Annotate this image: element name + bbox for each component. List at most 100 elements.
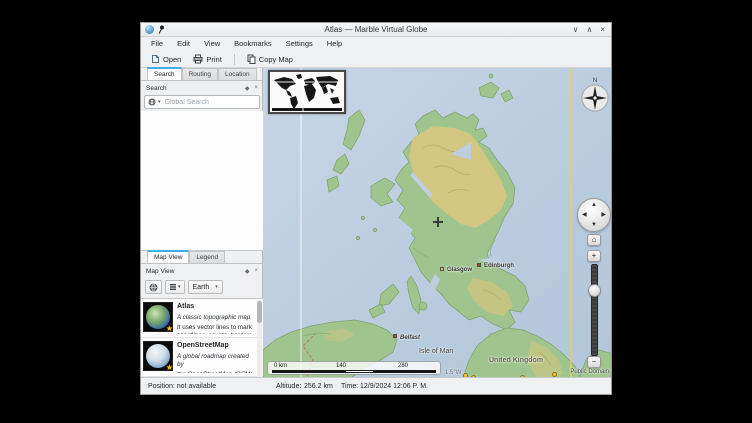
compass-rose[interactable]: N <box>580 78 610 112</box>
float-dock-icon[interactable]: ◆ <box>245 268 250 275</box>
center-crosshair-icon <box>433 217 443 227</box>
search-input[interactable] <box>163 98 256 107</box>
search-tabbar: Search Routing Location <box>141 68 263 81</box>
scale-zero-label: 0 km <box>274 363 287 370</box>
menu-edit[interactable]: Edit <box>170 37 197 51</box>
minimize-button[interactable]: ∨ <box>573 23 579 37</box>
zoom-slider-handle[interactable] <box>588 284 601 297</box>
mapview-controls: ▾ Earth ▾ <box>141 277 263 297</box>
united-kingdom-label: United Kingdom <box>489 357 543 364</box>
belfast-marker[interactable] <box>393 334 397 338</box>
belfast-label: Belfast <box>400 335 420 341</box>
list-view-button[interactable]: ▾ <box>165 280 185 294</box>
title-bar[interactable]: Atlas — Marble Virtual Globe ∨ ∧ × <box>141 23 611 37</box>
tab-location[interactable]: Location <box>218 68 257 80</box>
map-canvas[interactable]: N ▲ ▼ ◀ ▶ ⌂ + <box>263 68 611 377</box>
tab-routing[interactable]: Routing <box>182 68 218 80</box>
osm-thumbnail: ★ <box>143 341 173 371</box>
pan-left-icon[interactable]: ◀ <box>582 212 587 218</box>
copy-map-label: Copy Map <box>259 55 293 64</box>
print-icon <box>193 54 203 64</box>
menu-bookmarks[interactable]: Bookmarks <box>227 37 279 51</box>
map-theme-desc: the OpenStreetMap (OSM) <box>177 371 255 373</box>
time-value: 12/9/2024 12:06 P. M. <box>360 378 428 395</box>
menu-view[interactable]: View <box>197 37 227 51</box>
menu-file[interactable]: File <box>144 37 170 51</box>
toolbar: Open Print Copy Map <box>141 51 611 68</box>
edinburgh-marker[interactable] <box>477 263 481 267</box>
window-title: Atlas — Marble Virtual Globe <box>141 25 611 34</box>
atlas-thumbnail: ★ <box>143 302 173 332</box>
search-results-area[interactable] <box>141 111 263 251</box>
map-theme-desc: A classic topographic map. <box>177 314 252 322</box>
map-theme-name: Atlas <box>177 303 252 311</box>
home-button[interactable]: ⌂ <box>587 234 601 246</box>
altitude-label: Altitude: <box>276 378 301 395</box>
search-provider-globe-icon <box>148 98 156 106</box>
map-theme-desc: coastlines, country borders <box>177 332 252 334</box>
screen: Atlas — Marble Virtual Globe ∨ ∧ × File … <box>0 0 752 423</box>
scale-mid-label: 140 <box>336 363 346 370</box>
overview-world-map[interactable] <box>268 70 346 114</box>
zoom-out-button[interactable]: − <box>587 356 601 368</box>
glasgow-marker[interactable] <box>440 267 444 271</box>
zoom-in-button[interactable]: + <box>587 250 601 262</box>
map-theme-name: OpenStreetMap <box>177 342 255 350</box>
close-button[interactable]: × <box>600 23 605 37</box>
global-search-field[interactable]: ▾ <box>144 95 260 109</box>
mapview-dock-title: Map View <box>146 268 174 275</box>
attribution-label: Public Domain <box>570 369 609 375</box>
maximize-button[interactable]: ∧ <box>586 23 592 37</box>
altitude-value: 256.2 km <box>304 378 333 395</box>
zoom-slider-track[interactable] <box>591 264 598 356</box>
menu-bar: File Edit View Bookmarks Settings Help <box>141 37 611 51</box>
tab-search[interactable]: Search <box>147 67 182 80</box>
tab-legend[interactable]: Legend <box>189 251 225 263</box>
search-provider-arrow-icon: ▾ <box>158 99 161 105</box>
compass-icon <box>581 84 609 112</box>
mapview-dock-header: Map View ◆ × <box>141 265 263 277</box>
print-label: Print <box>206 55 221 64</box>
scale-bar-ruler <box>272 370 436 373</box>
celestial-body-value: Earth <box>193 284 210 291</box>
globe-view-button[interactable] <box>145 280 162 294</box>
favorite-star-icon[interactable]: ★ <box>166 363 173 372</box>
pan-right-icon[interactable]: ▶ <box>601 212 606 218</box>
pan-down-icon[interactable]: ▼ <box>591 222 597 228</box>
map-theme-desc: It uses vector lines to mark <box>177 324 252 332</box>
combo-arrow-icon: ▾ <box>215 284 218 290</box>
toolbar-separator <box>234 54 235 65</box>
globe-view-icon <box>149 283 158 292</box>
celestial-body-select[interactable]: Earth ▾ <box>188 280 223 294</box>
overview-continents <box>270 72 344 112</box>
pan-up-icon[interactable]: ▲ <box>591 202 597 208</box>
edinburgh-label: Edinburgh <box>484 263 514 269</box>
menu-settings[interactable]: Settings <box>279 37 320 51</box>
favorite-star-icon[interactable]: ★ <box>166 324 173 333</box>
map-theme-atlas[interactable]: ★ Atlas A classic topographic map. It us… <box>141 299 263 338</box>
copy-map-button[interactable]: Copy Map <box>243 52 297 66</box>
map-theme-desc: A global roadmap created by <box>177 353 255 369</box>
status-bar: Position: not available Altitude: 256.2 … <box>141 377 611 394</box>
list-view-arrow-icon: ▾ <box>178 284 181 290</box>
pan-control[interactable]: ▲ ▼ ◀ ▶ <box>577 198 611 232</box>
menu-help[interactable]: Help <box>320 37 349 51</box>
list-scrollbar-thumb[interactable] <box>257 301 262 323</box>
copy-icon <box>247 54 256 64</box>
graticule-longitude-label: 1.5°W <box>445 370 461 376</box>
scale-bar: 0 km 140 280 <box>267 361 441 375</box>
close-dock-icon[interactable]: × <box>254 85 258 92</box>
glasgow-label: Glasgow <box>447 267 472 273</box>
map-theme-openstreetmap[interactable]: ★ OpenStreetMap A global roadmap created… <box>141 338 263 377</box>
pin-icon <box>157 25 165 34</box>
open-button[interactable]: Open <box>147 52 185 66</box>
app-globe-icon <box>145 25 154 34</box>
print-button[interactable]: Print <box>189 52 225 66</box>
sidebar: Search Routing Location Search ◆ × ▾ <box>141 68 263 377</box>
close-dock-icon[interactable]: × <box>254 268 258 275</box>
mapview-tabbar: Map View Legend <box>141 251 263 264</box>
tab-map-view[interactable]: Map View <box>147 250 189 263</box>
map-theme-list: ★ Atlas A classic topographic map. It us… <box>141 298 263 377</box>
position-status: Position: not available <box>148 378 216 395</box>
float-dock-icon[interactable]: ◆ <box>245 85 250 92</box>
